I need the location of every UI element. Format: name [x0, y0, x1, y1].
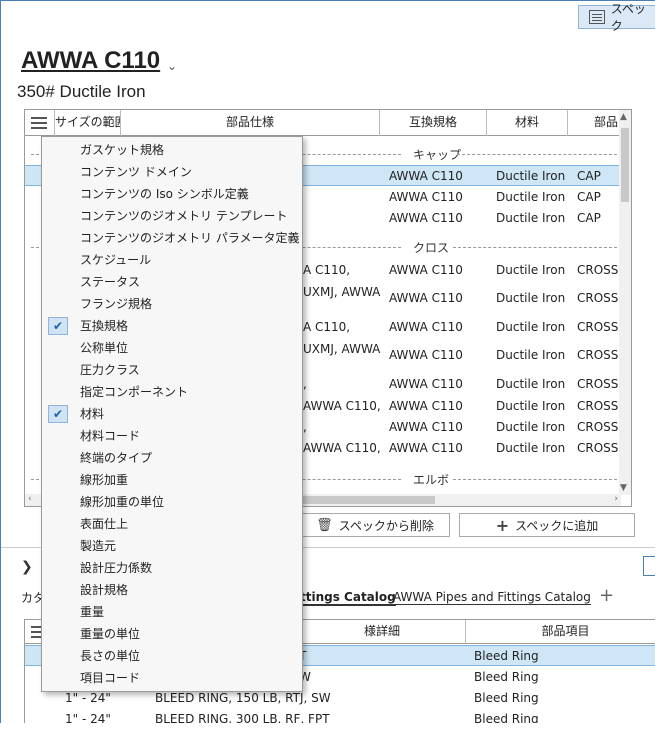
- col-material[interactable]: 材料: [487, 110, 568, 136]
- menu-item-label: 重量の単位: [80, 627, 141, 641]
- menu-item-label: 互換規格: [80, 319, 129, 333]
- add-tab-icon[interactable]: +: [599, 585, 614, 606]
- add-to-spec-button[interactable]: + スペックに追加: [459, 513, 635, 537]
- menu-item-label: 公称単位: [80, 341, 129, 355]
- checkmark-icon: ✔: [48, 317, 68, 335]
- menu-icon: [31, 117, 47, 129]
- spec-button[interactable]: スペック: [578, 2, 656, 33]
- col-size-range[interactable]: サイズの範囲: [55, 110, 121, 136]
- trash-icon: 🗑: [316, 517, 333, 533]
- page-subtitle: 350# Ductile Iron: [17, 82, 146, 101]
- page-title: AWWA C110: [21, 47, 161, 74]
- menu-item-label: 圧力クラス: [80, 363, 140, 377]
- grid-header: サイズの範囲 部品仕様 互換規格 材料 部品: [25, 110, 621, 136]
- menu-item-column-option[interactable]: コンテンツ ドメイン: [42, 161, 302, 183]
- menu-item-column-option[interactable]: 重量の単位: [42, 623, 302, 645]
- scroll-right-icon[interactable]: ›: [614, 494, 618, 504]
- scroll-up-icon[interactable]: ▲: [620, 112, 627, 122]
- menu-item-column-option[interactable]: コンテンツのジオメトリ テンプレート: [42, 205, 302, 227]
- scroll-thumb[interactable]: [621, 128, 629, 202]
- menu-item-column-option[interactable]: 終端のタイプ: [42, 447, 302, 469]
- tab-catalog-active[interactable]: ttings Catalog: [300, 590, 396, 606]
- collapse-chevron-icon[interactable]: ❯: [21, 559, 33, 575]
- hscroll-thumb[interactable]: [285, 496, 435, 504]
- spec-button-label: スペック: [610, 2, 646, 33]
- menu-item-column-option[interactable]: 材料コード: [42, 425, 302, 447]
- menu-item-label: コンテンツのジオメトリ パラメータ定義: [80, 231, 300, 245]
- menu-item-column-option[interactable]: 線形加重の単位: [42, 491, 302, 513]
- menu-item-column-option[interactable]: 設計規格: [42, 579, 302, 601]
- menu-item-column-option[interactable]: 長さの単位: [42, 645, 302, 667]
- col-spec-detail[interactable]: 様詳細: [299, 620, 466, 644]
- menu-item-label: 材料コード: [80, 429, 141, 443]
- menu-item-label: ガスケット規格: [80, 143, 165, 157]
- menu-item-column-option[interactable]: ガスケット規格: [42, 139, 302, 161]
- checkmark-icon: ✔: [48, 405, 68, 423]
- col-part-item[interactable]: 部品: [568, 110, 621, 136]
- menu-item-label: 終端のタイプ: [80, 451, 153, 465]
- menu-item-label: スケジュール: [80, 253, 152, 267]
- menu-item-column-option[interactable]: 項目コード: [42, 667, 302, 689]
- column-chooser-button[interactable]: [25, 110, 55, 136]
- column-chooser-menu: ガスケット規格コンテンツ ドメインコンテンツの Iso シンボル定義コンテンツの…: [41, 136, 303, 692]
- menu-item-column-option[interactable]: 重量: [42, 601, 302, 623]
- menu-item-label: 設計圧力係数: [80, 561, 153, 575]
- menu-item-column-option[interactable]: 表面仕上: [42, 513, 302, 535]
- menu-item-label: 線形加重の単位: [80, 495, 165, 509]
- menu-item-label: コンテンツのジオメトリ テンプレート: [80, 209, 288, 223]
- menu-item-column-option[interactable]: コンテンツのジオメトリ パラメータ定義: [42, 227, 302, 249]
- menu-item-column-option[interactable]: 線形加重: [42, 469, 302, 491]
- scroll-down-icon[interactable]: ▼: [620, 483, 627, 493]
- torn-edge-bottom: [0, 723, 661, 729]
- menu-item-column-option[interactable]: ✔ 互換規格: [42, 315, 302, 337]
- tab-awwa-catalog[interactable]: AWWA Pipes and Fittings Catalog: [393, 590, 591, 605]
- menu-item-label: 設計規格: [80, 583, 129, 597]
- menu-item-column-option[interactable]: 指定コンポーネント: [42, 381, 302, 403]
- col-part-item-2[interactable]: 部品項目: [466, 620, 656, 644]
- menu-item-label: 材料: [80, 407, 105, 421]
- col-compat-std[interactable]: 互換規格: [380, 110, 487, 136]
- plus-icon: +: [495, 515, 510, 535]
- scroll-left-icon[interactable]: ‹: [28, 494, 32, 504]
- menu-item-column-option[interactable]: ステータス: [42, 271, 302, 293]
- menu-item-label: フランジ規格: [80, 297, 153, 311]
- menu-item-label: ステータス: [80, 275, 141, 289]
- chevron-down-icon[interactable]: ⌄: [167, 59, 177, 73]
- menu-item-label: 指定コンポーネント: [80, 385, 189, 399]
- app-window: スペック AWWA C110 ⌄ 350# Ductile Iron サイズの範…: [0, 0, 657, 725]
- menu-item-label: 重量: [80, 605, 105, 619]
- menu-item-label: 線形加重: [80, 473, 129, 487]
- menu-item-column-option[interactable]: フランジ規格: [42, 293, 302, 315]
- menu-item-label: コンテンツの Iso シンボル定義: [80, 187, 249, 201]
- menu-item-label: 表面仕上: [80, 517, 129, 531]
- menu-item-column-option[interactable]: 製造元: [42, 535, 302, 557]
- menu-item-column-option[interactable]: 設計圧力係数: [42, 557, 302, 579]
- spec-list-icon: [589, 10, 605, 24]
- col-part-spec[interactable]: 部品仕様: [121, 110, 380, 136]
- remove-from-spec-button[interactable]: 🗑 スペックから削除: [300, 513, 450, 537]
- torn-edge-right: [655, 0, 661, 729]
- menu-item-column-option[interactable]: 圧力クラス: [42, 359, 302, 381]
- menu-item-column-option[interactable]: 公称単位: [42, 337, 302, 359]
- menu-item-column-option[interactable]: コンテンツの Iso シンボル定義: [42, 183, 302, 205]
- menu-item-label: コンテンツ ドメイン: [80, 165, 192, 179]
- menu-item-label: 製造元: [80, 539, 117, 553]
- menu-item-label: 長さの単位: [80, 649, 141, 663]
- menu-item-column-option[interactable]: ✔ 材料: [42, 403, 302, 425]
- vertical-scrollbar[interactable]: ▲ ▼: [619, 110, 631, 495]
- menu-item-label: 項目コード: [80, 671, 141, 685]
- menu-item-column-option[interactable]: スケジュール: [42, 249, 302, 271]
